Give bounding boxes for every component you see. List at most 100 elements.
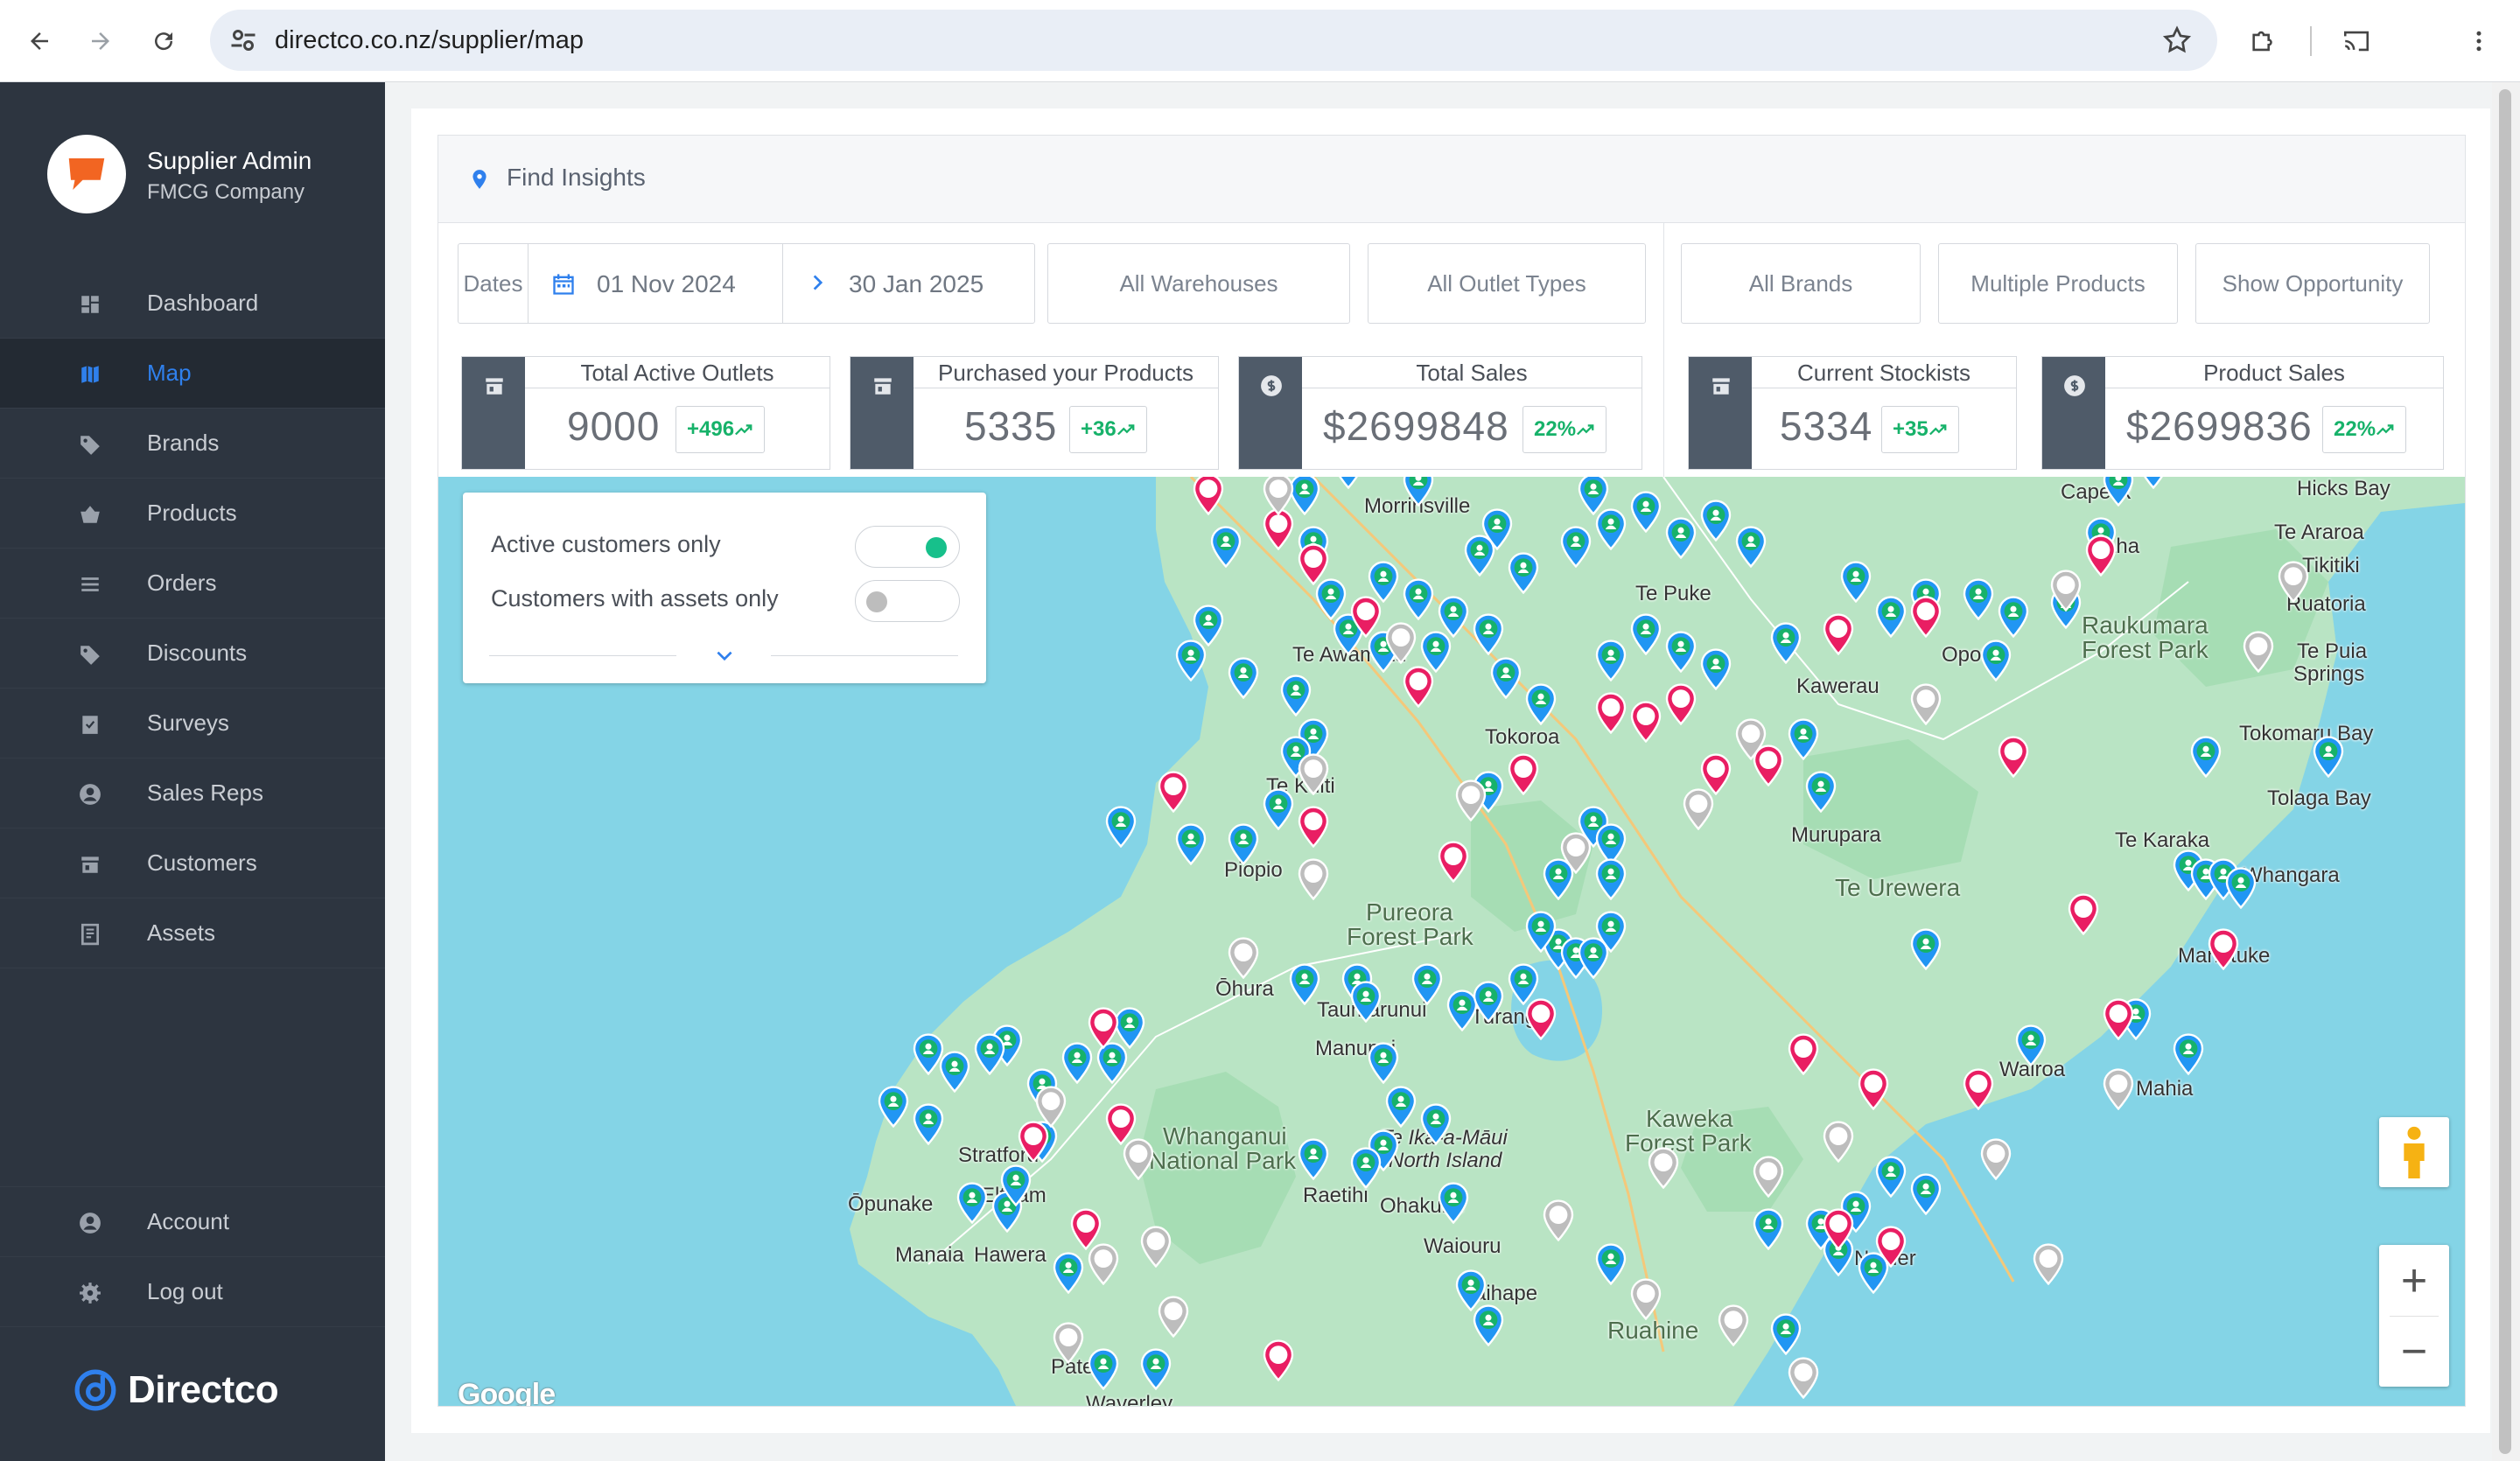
inactive-marker[interactable] (1786, 1357, 1821, 1400)
customer-marker[interactable] (2223, 867, 2258, 910)
opportunity-marker[interactable] (1401, 666, 1436, 709)
customer-marker[interactable] (1410, 963, 1445, 1006)
outlet-types-filter[interactable]: All Outlet Types (1368, 243, 1646, 324)
inactive-marker[interactable] (1261, 477, 1296, 516)
inactive-marker[interactable] (1908, 683, 1943, 726)
customer-marker[interactable] (1506, 552, 1541, 595)
sidebar-item-assets[interactable]: Assets (0, 898, 385, 968)
inactive-marker[interactable] (1821, 1121, 1856, 1164)
inactive-marker[interactable] (1296, 753, 1331, 796)
sidebar-item-logout[interactable]: Log out (0, 1257, 385, 1327)
opportunity-marker[interactable] (1086, 1007, 1121, 1050)
customer-marker[interactable] (1663, 517, 1698, 560)
inactive-marker[interactable] (1121, 1138, 1156, 1181)
customer-marker[interactable] (1733, 526, 1768, 569)
customer-marker[interactable] (1628, 491, 1663, 534)
opportunity-marker[interactable] (1821, 613, 1856, 656)
customer-marker[interactable] (1366, 1042, 1401, 1085)
customer-marker[interactable] (911, 1033, 946, 1076)
opportunity-marker[interactable] (2101, 998, 2136, 1041)
zoom-in-button[interactable]: + (2379, 1246, 2449, 1316)
sidebar-item-surveys[interactable]: Surveys (0, 689, 385, 758)
inactive-marker[interactable] (1086, 1243, 1121, 1286)
opportunity-marker[interactable] (1436, 841, 1471, 884)
inactive-marker[interactable] (1716, 1304, 1751, 1347)
opportunity-marker[interactable] (1961, 1068, 1996, 1111)
customer-marker[interactable] (955, 1182, 990, 1225)
inactive-marker[interactable] (1541, 1199, 1576, 1242)
star-icon[interactable] (2161, 24, 2193, 56)
customer-marker[interactable] (1401, 477, 1436, 507)
customer-marker[interactable] (2013, 1024, 2048, 1067)
customer-marker[interactable] (998, 1164, 1033, 1207)
customer-map[interactable]: Morrinsville Te Puke Cape R aha Hicks Ba… (438, 477, 2465, 1406)
customer-marker[interactable] (1523, 911, 1558, 954)
customer-marker[interactable] (1138, 1348, 1173, 1391)
customer-marker[interactable] (1226, 657, 1261, 700)
opportunity-marker[interactable] (1821, 1208, 1856, 1251)
customer-marker[interactable] (1873, 596, 1908, 639)
customer-marker[interactable] (1471, 1304, 1506, 1347)
inactive-marker[interactable] (2276, 561, 2311, 604)
customer-marker[interactable] (1593, 508, 1628, 551)
date-from-input[interactable]: 01 Nov 2024 (597, 270, 736, 298)
customer-marker[interactable] (1978, 640, 2013, 682)
customer-marker[interactable] (1698, 500, 1733, 542)
customer-marker[interactable] (1436, 1182, 1471, 1225)
customer-marker[interactable] (1348, 1147, 1383, 1190)
customer-marker[interactable] (1471, 981, 1506, 1024)
opportunity-marker[interactable] (2083, 535, 2118, 577)
sidebar-item-dashboard[interactable]: Dashboard (0, 269, 385, 339)
customer-marker[interactable] (1838, 561, 1873, 604)
customer-marker[interactable] (1488, 657, 1523, 700)
customer-marker[interactable] (1348, 981, 1383, 1024)
inactive-marker[interactable] (2031, 1243, 2066, 1286)
inactive-marker[interactable] (1453, 779, 1488, 822)
customer-marker[interactable] (1086, 1348, 1121, 1391)
opportunity-marker[interactable] (1593, 692, 1628, 735)
inactive-marker[interactable] (1646, 1147, 1681, 1190)
inactive-marker[interactable] (1681, 788, 1716, 831)
chevron-down-icon[interactable] (713, 647, 736, 666)
customer-marker[interactable] (1331, 477, 1366, 490)
sidebar-item-products[interactable]: Products (0, 479, 385, 549)
customer-marker[interactable] (1226, 823, 1261, 866)
reload-button[interactable] (142, 19, 186, 63)
brands-filter[interactable]: All Brands (1681, 243, 1921, 324)
opportunity-marker[interactable] (1996, 736, 2031, 779)
customer-marker[interactable] (1593, 911, 1628, 954)
opportunity-marker[interactable] (1506, 753, 1541, 796)
customer-marker[interactable] (1278, 675, 1313, 717)
inactive-marker[interactable] (1383, 622, 1418, 665)
customer-marker[interactable] (1103, 806, 1138, 849)
customer-marker[interactable] (2188, 736, 2223, 779)
inactive-marker[interactable] (2048, 570, 2083, 612)
customer-marker[interactable] (1523, 683, 1558, 726)
sidebar-item-discounts[interactable]: Discounts (0, 619, 385, 689)
opportunity-marker[interactable] (1908, 596, 1943, 639)
street-view-button[interactable] (2379, 1117, 2449, 1187)
opportunity-marker[interactable] (2206, 928, 2241, 971)
page-scrollbar[interactable] (2492, 82, 2520, 1461)
active-customers-toggle[interactable] (855, 526, 960, 568)
opportunity-marker[interactable] (1873, 1226, 1908, 1269)
customer-marker[interactable] (1961, 578, 1996, 621)
opportunity-marker[interactable] (1786, 1033, 1821, 1076)
customer-marker[interactable] (1908, 928, 1943, 971)
customer-marker[interactable] (1173, 823, 1208, 866)
inactive-marker[interactable] (1978, 1138, 2013, 1181)
opportunity-marker[interactable] (2066, 893, 2101, 936)
sidebar-item-brands[interactable]: Brands (0, 409, 385, 479)
customer-marker[interactable] (1471, 613, 1506, 656)
opportunity-marker[interactable] (1261, 1339, 1296, 1382)
sidebar-item-orders[interactable]: Orders (0, 549, 385, 619)
customer-marker[interactable] (1628, 613, 1663, 656)
customer-marker[interactable] (1768, 622, 1803, 665)
warehouses-filter[interactable]: All Warehouses (1047, 243, 1350, 324)
date-to-input[interactable]: 30 Jan 2025 (849, 270, 984, 298)
opportunity-marker[interactable] (1523, 998, 1558, 1041)
customer-marker[interactable] (1593, 1243, 1628, 1286)
customer-marker[interactable] (1401, 578, 1436, 621)
inactive-marker[interactable] (1051, 1322, 1086, 1365)
customer-marker[interactable] (1287, 963, 1322, 1006)
